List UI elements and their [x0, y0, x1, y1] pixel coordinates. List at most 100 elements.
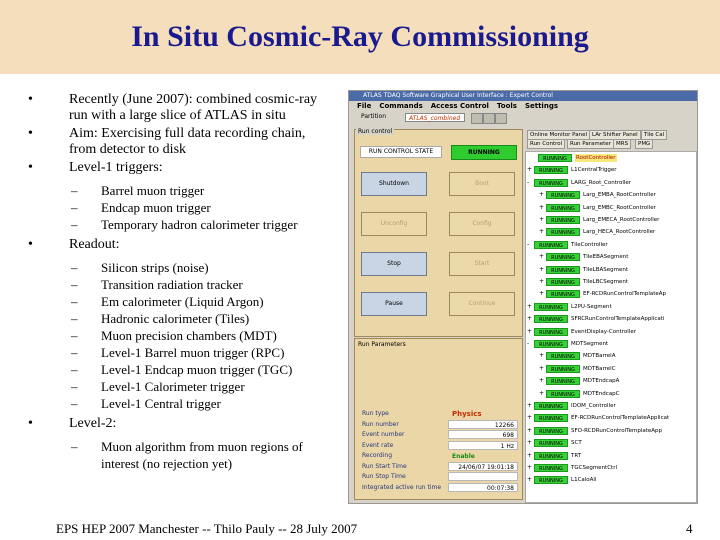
tree-row[interactable]: + RUNNING TileLBASegment [526, 265, 696, 274]
tree-row[interactable]: + RUNNING TileLBCSegment [526, 278, 696, 286]
expand-icon[interactable]: + [527, 328, 532, 336]
controller-tree: RUNNING RootController + RUNNING L1CentralTr… [525, 151, 697, 503]
tree-row[interactable]: + RUNNING Larg_EMBA_RootController [526, 191, 696, 200]
expand-icon[interactable]: + [539, 377, 544, 385]
expand-icon[interactable]: + [527, 414, 532, 422]
partition-field[interactable]: ATLAS_combined [405, 113, 465, 122]
state-badge: RUNNING [538, 154, 572, 162]
tree-row[interactable]: + RUNNING L2PU-Segment [526, 302, 696, 311]
sub-text: Level-1 Endcap muon trigger (TGC) [101, 362, 293, 377]
expand-icon[interactable]: + [539, 290, 544, 298]
sub-dash: – [71, 260, 78, 275]
footer: EPS HEP 2007 Manchester -- Thilo Pauly -… [56, 521, 358, 536]
tree-row[interactable]: + RUNNING EF-RCDRunControlTemplateAp [526, 290, 696, 299]
expand-icon[interactable]: + [539, 278, 544, 286]
tab-item[interactable]: PMG [635, 139, 654, 149]
tab-item[interactable]: MRS [613, 139, 632, 149]
sub-item: – Temporary hadron calorimeter trigger [28, 216, 328, 233]
tree-row[interactable]: - RUNNING MDTSegment [526, 340, 696, 348]
expand-icon[interactable]: + [527, 315, 532, 323]
menu-item[interactable]: Access Control [431, 102, 489, 110]
sub-list: – Silicon strips (noise) – Transition radia… [28, 259, 328, 412]
expand-icon[interactable]: + [527, 303, 532, 311]
expand-icon[interactable]: + [527, 427, 532, 435]
run-parameter-key: Run type [362, 410, 389, 417]
run-parameter-value: 1 Hz [448, 440, 518, 450]
tree-row[interactable]: + RUNNING MDTBarrelC [526, 364, 696, 373]
expand-icon[interactable]: + [539, 253, 544, 261]
tree-row[interactable]: - RUNNING LARG_Root_Controller [526, 178, 696, 187]
expand-icon[interactable]: + [527, 452, 532, 460]
tree-row[interactable]: + RUNNING MDTBarrelA [526, 352, 696, 361]
shutdown-button[interactable]: Shutdown [361, 172, 427, 196]
tree-row[interactable]: + RUNNING IDOM_Controller [526, 402, 696, 410]
sub-text: Muon algorithm from muon regions of inte… [101, 439, 303, 471]
expand-icon[interactable]: + [539, 390, 544, 398]
stop-button[interactable]: Stop [361, 252, 427, 276]
collapse-icon[interactable]: - [527, 340, 529, 348]
toolbar-button-icon[interactable] [471, 113, 483, 124]
menu-item[interactable]: File [357, 102, 371, 110]
run-parameter-row: Run number 12266 [362, 419, 520, 430]
tree-row[interactable]: + RUNNING TGCSegmentCtrl [526, 464, 696, 472]
tab-item[interactable]: Run Parameter [567, 139, 614, 149]
expand-icon[interactable]: + [539, 352, 544, 360]
menu-item[interactable]: Commands [379, 102, 422, 110]
menu-item[interactable]: Settings [525, 102, 558, 110]
bullet-item: • Aim: Exercising full data recording cha… [28, 126, 328, 158]
collapse-icon[interactable]: - [527, 241, 529, 249]
sub-item: – Em calorimeter (Liquid Argon) [28, 293, 328, 310]
expand-icon[interactable]: + [539, 266, 544, 274]
pause-button[interactable]: Pause [361, 292, 427, 316]
tree-row[interactable]: + RUNNING MDTEndcapA [526, 377, 696, 386]
expand-icon[interactable]: + [539, 228, 544, 236]
toolbar-button-icon[interactable] [495, 113, 507, 124]
expand-icon[interactable]: + [539, 365, 544, 373]
config-button[interactable]: Config [449, 212, 515, 236]
expand-icon[interactable]: + [527, 402, 532, 410]
state-badge: RUNNING [534, 476, 568, 485]
sub-item: – Level-1 Endcap muon trigger (TGC) [28, 361, 328, 378]
tree-row[interactable]: + RUNNING Larg_EMBC_RootController [526, 203, 696, 212]
tree-node-name: EF-RCDRunControlTemplateAp [583, 291, 667, 298]
boot-button[interactable]: Boot [449, 172, 515, 196]
tree-row[interactable]: + RUNNING SCT [526, 439, 696, 448]
tree-node-name: MDTEndcapC [583, 390, 620, 397]
tree-row[interactable]: + RUNNING L1CaloAll [526, 476, 696, 485]
expand-icon[interactable]: + [527, 166, 532, 174]
run-parameter-value: 00:07:38 [448, 482, 518, 492]
tree-row[interactable]: + RUNNING L1CentralTrigger [526, 166, 696, 175]
expand-icon[interactable]: + [539, 216, 544, 224]
tree-row[interactable]: + RUNNING SFO-RCDRunControlTemplateApp [526, 426, 696, 435]
toolbar-button-icon[interactable] [483, 113, 495, 124]
expand-icon[interactable]: + [527, 464, 532, 472]
expand-icon[interactable]: + [527, 439, 532, 447]
tree-row[interactable]: + RUNNING Larg_HECA_RootController [526, 228, 696, 237]
sub-text: Level-1 Calorimeter trigger [101, 379, 245, 394]
tab-item[interactable]: Run Control [527, 139, 566, 149]
tree-row[interactable]: + RUNNING EF-RCDRunControlTemplateApplicat [526, 414, 696, 423]
collapse-icon[interactable]: - [527, 179, 529, 187]
unconfig-button[interactable]: Unconfig [361, 212, 427, 236]
menu-item[interactable]: Tools [497, 102, 517, 110]
start-button[interactable]: Start [449, 252, 515, 276]
tree-row[interactable]: + RUNNING TRT [526, 451, 696, 460]
state-badge: RUNNING [546, 290, 580, 299]
tree-row[interactable]: + RUNNING EventDisplay-Controller [526, 327, 696, 336]
continue-button[interactable]: Continue [449, 292, 515, 316]
expand-icon[interactable]: + [527, 476, 532, 484]
tree-row[interactable]: + RUNNING SFRCRunControlTemplateApplicati [526, 315, 696, 324]
tree-row[interactable]: + RUNNING TileEBASegment [526, 253, 696, 262]
expand-icon[interactable]: + [539, 191, 544, 199]
tree-node-name: Larg_HECA_RootController [583, 229, 656, 236]
expand-icon[interactable]: + [539, 204, 544, 212]
bullet-text: Recently (June 2007): combined cosmic-ra… [69, 92, 318, 123]
tree-row[interactable]: + RUNNING MDTEndcapC [526, 389, 696, 398]
state-badge: RUNNING [546, 389, 580, 398]
tree-row[interactable]: RUNNING RootController [526, 154, 696, 162]
run-parameter-value: 698 [448, 430, 518, 439]
sub-text: Temporary hadron calorimeter trigger [101, 217, 298, 232]
sub-text: Barrel muon trigger [101, 183, 205, 198]
tree-row[interactable]: + RUNNING Larg_EMECA_RootController [526, 216, 696, 224]
tree-row[interactable]: - RUNNING TileController [526, 240, 696, 249]
